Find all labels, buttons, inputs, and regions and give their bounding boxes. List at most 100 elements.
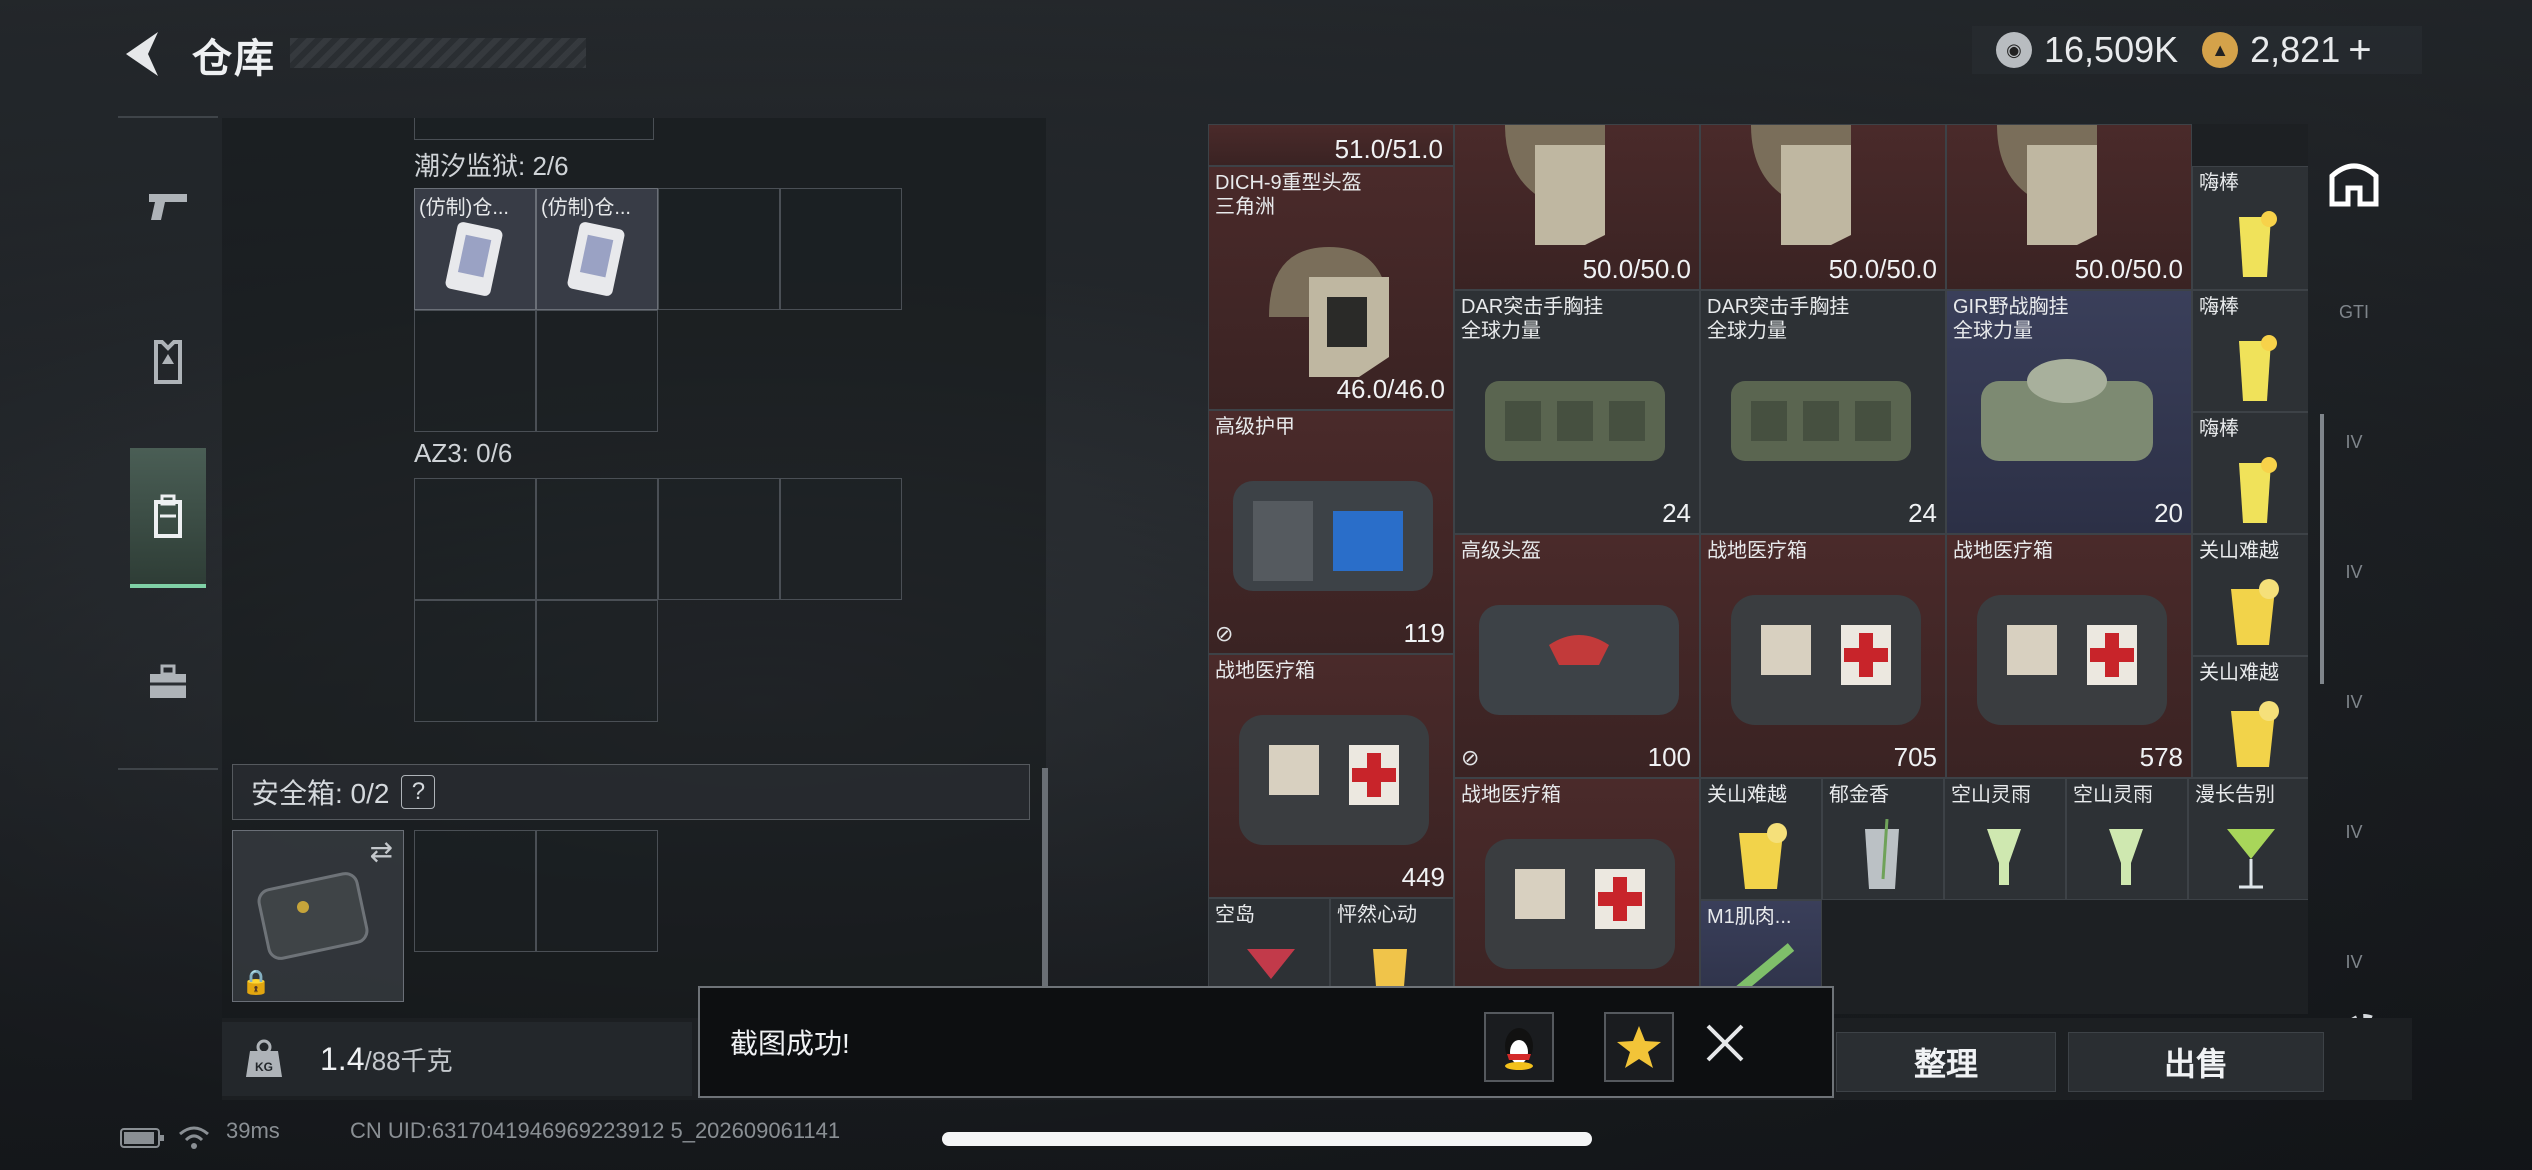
gold-coin-icon: ▲ [2202, 32, 2239, 68]
weight-value: 1.4 [320, 1040, 365, 1077]
weight-display: KG 1.4 /88千克 [222, 1022, 692, 1096]
drink-icon [2231, 701, 2279, 767]
inventory-slot[interactable]: DAR突击手胸挂 全球力量 24 [1454, 290, 1700, 534]
stash-slot[interactable] [658, 188, 780, 310]
tab-iv-5[interactable]: IV [2326, 934, 2382, 990]
inventory-slot[interactable]: 高级头盔 ⊘ 100 [1454, 534, 1700, 778]
stash-slot[interactable] [414, 310, 536, 432]
stash-scrollbar[interactable] [1042, 768, 1048, 1008]
penguin-icon [1505, 1028, 1533, 1070]
inventory-slot[interactable]: 郁金香 [1822, 778, 1944, 900]
no-insurance-icon: ⊘ [1461, 745, 1480, 770]
stash-item-card-1[interactable]: (仿制)仓... [414, 188, 536, 310]
stash-item-card-2[interactable]: (仿制)仓... [536, 188, 658, 310]
inventory-slot[interactable]: 战地医疗箱 578 [1946, 534, 2192, 778]
safebox-slot[interactable] [414, 830, 536, 952]
medkit-icon [1485, 839, 1675, 969]
inventory-slot[interactable]: DAR突击手胸挂 全球力量 24 [1700, 290, 1946, 534]
inventory-slot[interactable]: GIR野战胸挂 全球力量 20 [1946, 290, 2192, 534]
stash-slot[interactable] [414, 478, 536, 600]
inventory-grid: 51.0/51.0 DICH-9重型头盔 三角洲 46.0/46.0 50.0/… [1208, 124, 2308, 1014]
armor-vest-icon [154, 340, 182, 384]
stash-panel: 潮汐监狱: 2/6 (仿制)仓... (仿制)仓... AZ3: 0/6 安全箱… [222, 118, 1048, 1038]
helmet-icon [1269, 247, 1389, 377]
rig-icon [1731, 381, 1911, 461]
inventory-slot[interactable]: 空山灵雨 [2066, 778, 2188, 900]
uid-text: CN UID:6317041946969223912 5_20260906114… [350, 1118, 841, 1143]
lock-icon: 🔒 [241, 969, 271, 996]
stash-slot[interactable] [414, 600, 536, 722]
inventory-slot[interactable]: 嗨棒 [2192, 166, 2308, 290]
safebox-icon [257, 872, 369, 960]
nav-backpack[interactable] [130, 448, 206, 588]
medkit-icon [1239, 715, 1429, 845]
share-qq-button[interactable] [1484, 1012, 1554, 1082]
inventory-slot[interactable]: 战地医疗箱 449 [1208, 654, 1454, 898]
star-icon [1617, 1026, 1661, 1068]
back-button[interactable] [118, 26, 168, 82]
inventory-slot[interactable]: 空山灵雨 [1944, 778, 2066, 900]
inventory-slot[interactable]: 嗨棒 [2192, 290, 2308, 412]
helmet-icon [1751, 125, 1851, 245]
inventory-slot[interactable]: 关山难越 [2192, 656, 2308, 778]
toast: 截图成功! [698, 986, 1834, 1098]
right-nav-scrollbar[interactable] [2320, 414, 2324, 684]
add-currency-button[interactable]: + [2348, 28, 2371, 73]
tab-all[interactable] [2326, 154, 2382, 210]
swap-icon[interactable]: ⇄ [370, 835, 393, 868]
home-indicator[interactable] [942, 1132, 1592, 1146]
stash-slot[interactable] [536, 478, 658, 600]
drink-icon [1865, 819, 1899, 889]
inventory-slot[interactable]: 50.0/50.0 [1454, 124, 1700, 290]
close-toast-button[interactable] [1700, 1018, 1750, 1068]
stash-slot[interactable] [536, 310, 658, 432]
safebox-label: 安全箱: 0/2 [251, 778, 390, 809]
tab-iv-2[interactable]: IV [2326, 544, 2382, 600]
tab-iv-4[interactable]: IV [2326, 804, 2382, 860]
inventory-slot[interactable]: 高级护甲 ⊘ 119 [1208, 410, 1454, 654]
stash-slot[interactable] [658, 478, 780, 600]
inventory-slot[interactable]: DICH-9重型头盔 三角洲 46.0/46.0 [1208, 166, 1454, 410]
tab-iv-3[interactable]: IV [2326, 674, 2382, 730]
sell-button[interactable]: 出售 [2068, 1032, 2324, 1092]
inventory-slot[interactable]: 50.0/50.0 [1700, 124, 1946, 290]
stash-cell-top [414, 118, 654, 140]
inventory-slot[interactable]: 50.0/50.0 [1946, 124, 2192, 290]
medkit-icon [1977, 595, 2167, 725]
inventory-slot[interactable]: 战地医疗箱 [1454, 778, 1700, 1014]
stash-slot[interactable] [536, 600, 658, 722]
stash-slot[interactable] [780, 478, 902, 600]
inventory-slot[interactable]: 关山难越 [2192, 534, 2308, 656]
drink-icon [2239, 335, 2277, 401]
nav-weapons[interactable] [130, 136, 206, 276]
left-nav [118, 112, 218, 772]
drink-icon [2109, 829, 2143, 885]
nav-case[interactable] [130, 612, 206, 752]
help-icon[interactable]: ? [401, 775, 436, 809]
currency-display: ◉ 16,509K ▲ 2,821 + [1972, 26, 2422, 74]
inventory-slot[interactable]: 战地医疗箱 705 [1700, 534, 1946, 778]
share-qzone-button[interactable] [1604, 1012, 1674, 1082]
safebox-container[interactable]: ⇄ 🔒 [232, 830, 404, 1002]
drink-icon [1987, 829, 2021, 885]
stash-slot[interactable] [780, 188, 902, 310]
close-icon [1706, 1024, 1744, 1062]
storage-icon [2329, 163, 2379, 207]
section-prison-label: 潮汐监狱: 2/6 [414, 151, 569, 181]
tab-iv-1[interactable]: IV [2326, 414, 2382, 470]
sort-button[interactable]: 整理 [1836, 1032, 2056, 1092]
rig-icon [1981, 359, 2153, 461]
helmet-icon [1997, 125, 2097, 245]
inventory-slot[interactable]: 嗨棒 [2192, 412, 2308, 534]
tab-gti[interactable]: GTI [2326, 284, 2382, 340]
armor-icon [1479, 605, 1679, 715]
inventory-slot[interactable]: 51.0/51.0 [1208, 124, 1454, 166]
inventory-slot[interactable]: 漫长告别 [2188, 778, 2308, 900]
title-decoration [290, 38, 586, 68]
keycard-icon [567, 222, 625, 296]
backpack-icon [154, 494, 182, 538]
nav-armor[interactable] [130, 292, 206, 432]
safebox-slot[interactable] [536, 830, 658, 952]
inventory-slot[interactable]: 关山难越 [1700, 778, 1822, 900]
right-nav: GTI IV IV IV IV IV [2318, 124, 2390, 1024]
